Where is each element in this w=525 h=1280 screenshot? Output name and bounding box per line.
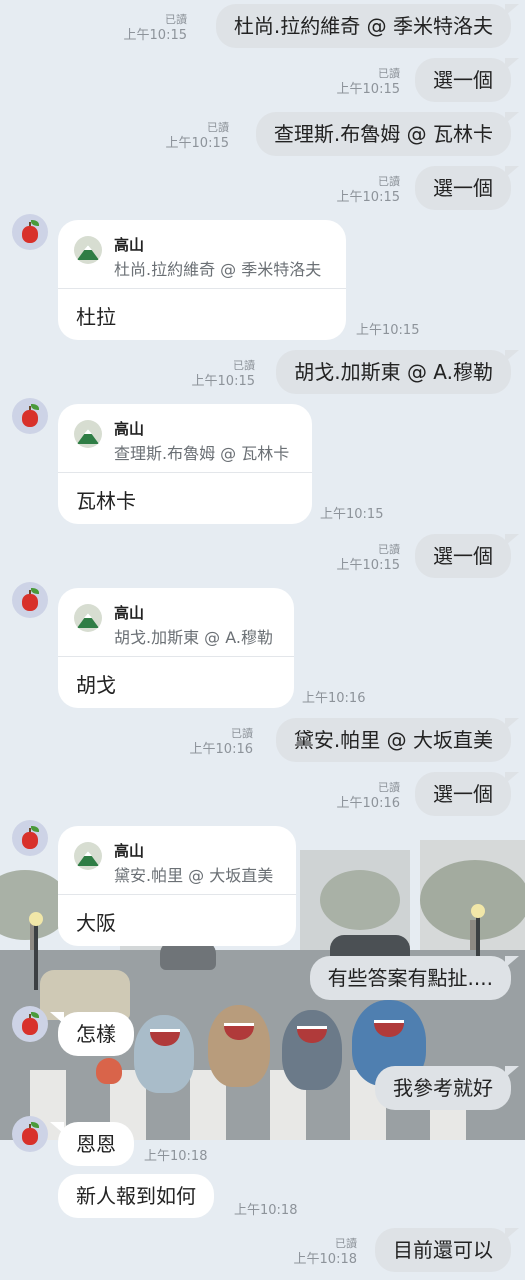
message-meta: 已讀 上午10:16	[330, 780, 400, 812]
message-meta: 已讀 上午10:16	[183, 726, 253, 758]
quoted-text: 杜尚.拉約維奇 @ 季米特洛夫	[114, 260, 322, 279]
message-bubble-sent[interactable]: 選一個	[415, 534, 519, 578]
quoted-text: 黛安.帕里 @ 大坂直美	[114, 866, 274, 885]
reply-message-card[interactable]: 高山 胡戈.加斯東 @ A.穆勒 胡戈	[58, 588, 294, 708]
message-text: 黛安.帕里 @ 大坂直美	[293, 728, 493, 752]
message-text: 有些答案有點扯....	[327, 966, 493, 990]
mountain-icon	[74, 604, 102, 632]
message-text: 目前還可以	[393, 1238, 493, 1262]
message-meta: 已讀 上午10:18	[287, 1236, 357, 1268]
message-time: 上午10:15	[191, 374, 255, 389]
reply-message-card[interactable]: 高山 杜尚.拉約維奇 @ 季米特洛夫 杜拉	[58, 220, 346, 340]
message-bubble-sent[interactable]: 有些答案有點扯....	[309, 956, 520, 1000]
message-text: 我參考就好	[393, 1076, 493, 1100]
mountain-icon	[74, 236, 102, 264]
message-meta: 已讀 上午10:15	[330, 542, 400, 574]
message-time: 上午10:15	[165, 136, 229, 151]
read-receipt: 已讀	[378, 781, 400, 794]
read-receipt: 已讀	[378, 543, 400, 556]
message-bubble-received[interactable]: 恩恩	[50, 1122, 134, 1166]
message-bubble-sent[interactable]: 查理斯.布魯姆 @ 瓦林卡	[255, 112, 520, 156]
message-text: 杜拉	[76, 305, 116, 329]
message-text: 胡戈.加斯東 @ A.穆勒	[294, 360, 493, 384]
read-receipt: 已讀	[378, 67, 400, 80]
message-bubble-sent[interactable]: 選一個	[415, 58, 519, 102]
message-bubble-sent[interactable]: 胡戈.加斯東 @ A.穆勒	[276, 350, 519, 394]
message-text: 瓦林卡	[76, 489, 136, 513]
message-time: 上午10:18	[144, 1149, 208, 1164]
mountain-icon	[74, 420, 102, 448]
message-meta: 已讀 上午10:15	[330, 174, 400, 206]
message-text: 新人報到如何	[76, 1184, 196, 1208]
read-receipt: 已讀	[165, 13, 187, 26]
message-bubble-sent[interactable]: 選一個	[415, 772, 519, 816]
read-receipt: 已讀	[335, 1237, 357, 1250]
message-time: 上午10:16	[189, 742, 253, 757]
message-bubble-sent[interactable]: 杜尚.拉約維奇 @ 季米特洛夫	[215, 4, 520, 48]
quoted-sender-name: 高山	[114, 420, 145, 438]
contact-avatar[interactable]	[12, 1116, 48, 1152]
message-text: 選一個	[433, 68, 493, 92]
message-text: 恩恩	[76, 1132, 116, 1156]
message-bubble-sent[interactable]: 選一個	[415, 166, 519, 210]
message-time: 上午10:16	[302, 691, 366, 706]
message-text: 選一個	[433, 544, 493, 568]
message-bubble-received[interactable]: 新人報到如何	[58, 1174, 214, 1218]
quoted-message[interactable]: 高山 杜尚.拉約維奇 @ 季米特洛夫	[58, 220, 346, 289]
message-text: 胡戈	[76, 673, 116, 697]
message-time: 上午10:15	[336, 190, 400, 205]
message-text: 杜尚.拉約維奇 @ 季米特洛夫	[233, 14, 493, 38]
contact-avatar[interactable]	[12, 398, 48, 434]
read-receipt: 已讀	[231, 727, 253, 740]
message-time: 上午10:15	[356, 323, 420, 338]
quoted-sender-name: 高山	[114, 842, 145, 860]
message-time: 上午10:15	[336, 558, 400, 573]
message-bubble-sent[interactable]: 目前還可以	[375, 1228, 519, 1272]
quoted-text: 胡戈.加斯東 @ A.穆勒	[114, 628, 274, 647]
message-text: 大阪	[76, 911, 116, 935]
reply-message-card[interactable]: 高山 查理斯.布魯姆 @ 瓦林卡 瓦林卡	[58, 404, 312, 524]
message-time: 上午10:15	[123, 28, 187, 43]
message-time: 上午10:15	[320, 507, 384, 522]
message-text: 選一個	[433, 782, 493, 806]
message-text: 查理斯.布魯姆 @ 瓦林卡	[273, 122, 493, 146]
message-time: 上午10:16	[336, 796, 400, 811]
message-time: 上午10:15	[336, 82, 400, 97]
read-receipt: 已讀	[378, 175, 400, 188]
mountain-icon	[74, 842, 102, 870]
quoted-message[interactable]: 高山 黛安.帕里 @ 大坂直美	[58, 826, 296, 895]
message-bubble-sent[interactable]: 黛安.帕里 @ 大坂直美	[275, 718, 520, 762]
message-meta: 已讀 上午10:15	[117, 12, 187, 44]
contact-avatar[interactable]	[12, 1006, 48, 1042]
message-meta: 已讀 上午10:15	[159, 120, 229, 152]
message-bubble-sent[interactable]: 我參考就好	[375, 1066, 519, 1110]
contact-avatar[interactable]	[12, 820, 48, 856]
message-text: 怎樣	[76, 1022, 116, 1046]
message-meta: 已讀 上午10:15	[185, 358, 255, 390]
quoted-sender-name: 高山	[114, 604, 145, 622]
read-receipt: 已讀	[233, 359, 255, 372]
contact-avatar[interactable]	[12, 214, 48, 250]
reply-message-card[interactable]: 高山 黛安.帕里 @ 大坂直美 大阪	[58, 826, 296, 946]
contact-avatar[interactable]	[12, 582, 48, 618]
message-time: 上午10:18	[234, 1203, 298, 1218]
message-meta: 已讀 上午10:15	[330, 66, 400, 98]
message-bubble-received[interactable]: 怎樣	[50, 1012, 134, 1056]
quoted-sender-name: 高山	[114, 236, 145, 254]
message-time: 上午10:18	[293, 1252, 357, 1267]
message-text: 選一個	[433, 176, 493, 200]
read-receipt: 已讀	[207, 121, 229, 134]
quoted-text: 查理斯.布魯姆 @ 瓦林卡	[114, 444, 290, 463]
quoted-message[interactable]: 高山 胡戈.加斯東 @ A.穆勒	[58, 588, 294, 657]
quoted-message[interactable]: 高山 查理斯.布魯姆 @ 瓦林卡	[58, 404, 312, 473]
